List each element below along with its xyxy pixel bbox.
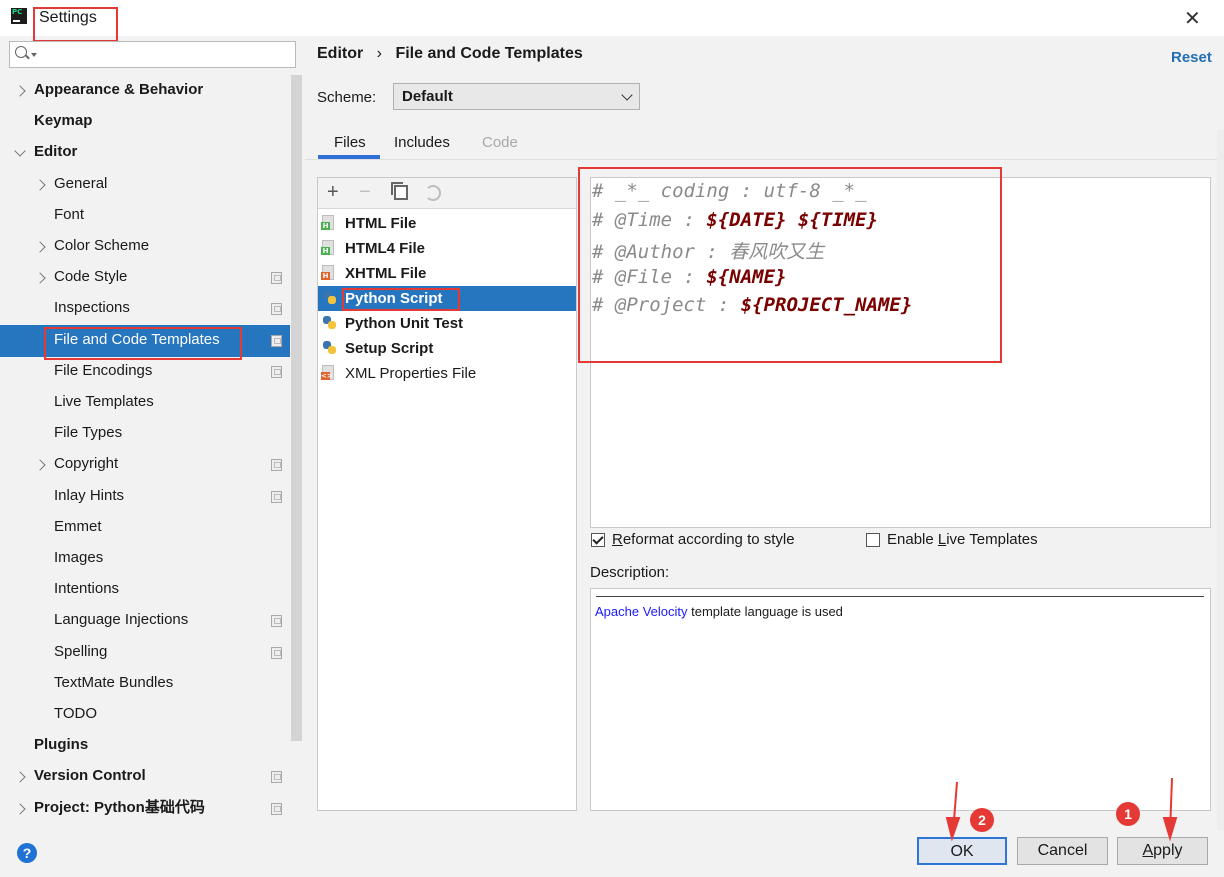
annotation-arrows <box>945 777 1178 842</box>
annotation-badge-2: 2 <box>970 808 994 832</box>
arrow-apply-head <box>1162 817 1178 842</box>
arrow-ok-head <box>945 817 961 842</box>
annotation-badge-1: 1 <box>1116 802 1140 826</box>
